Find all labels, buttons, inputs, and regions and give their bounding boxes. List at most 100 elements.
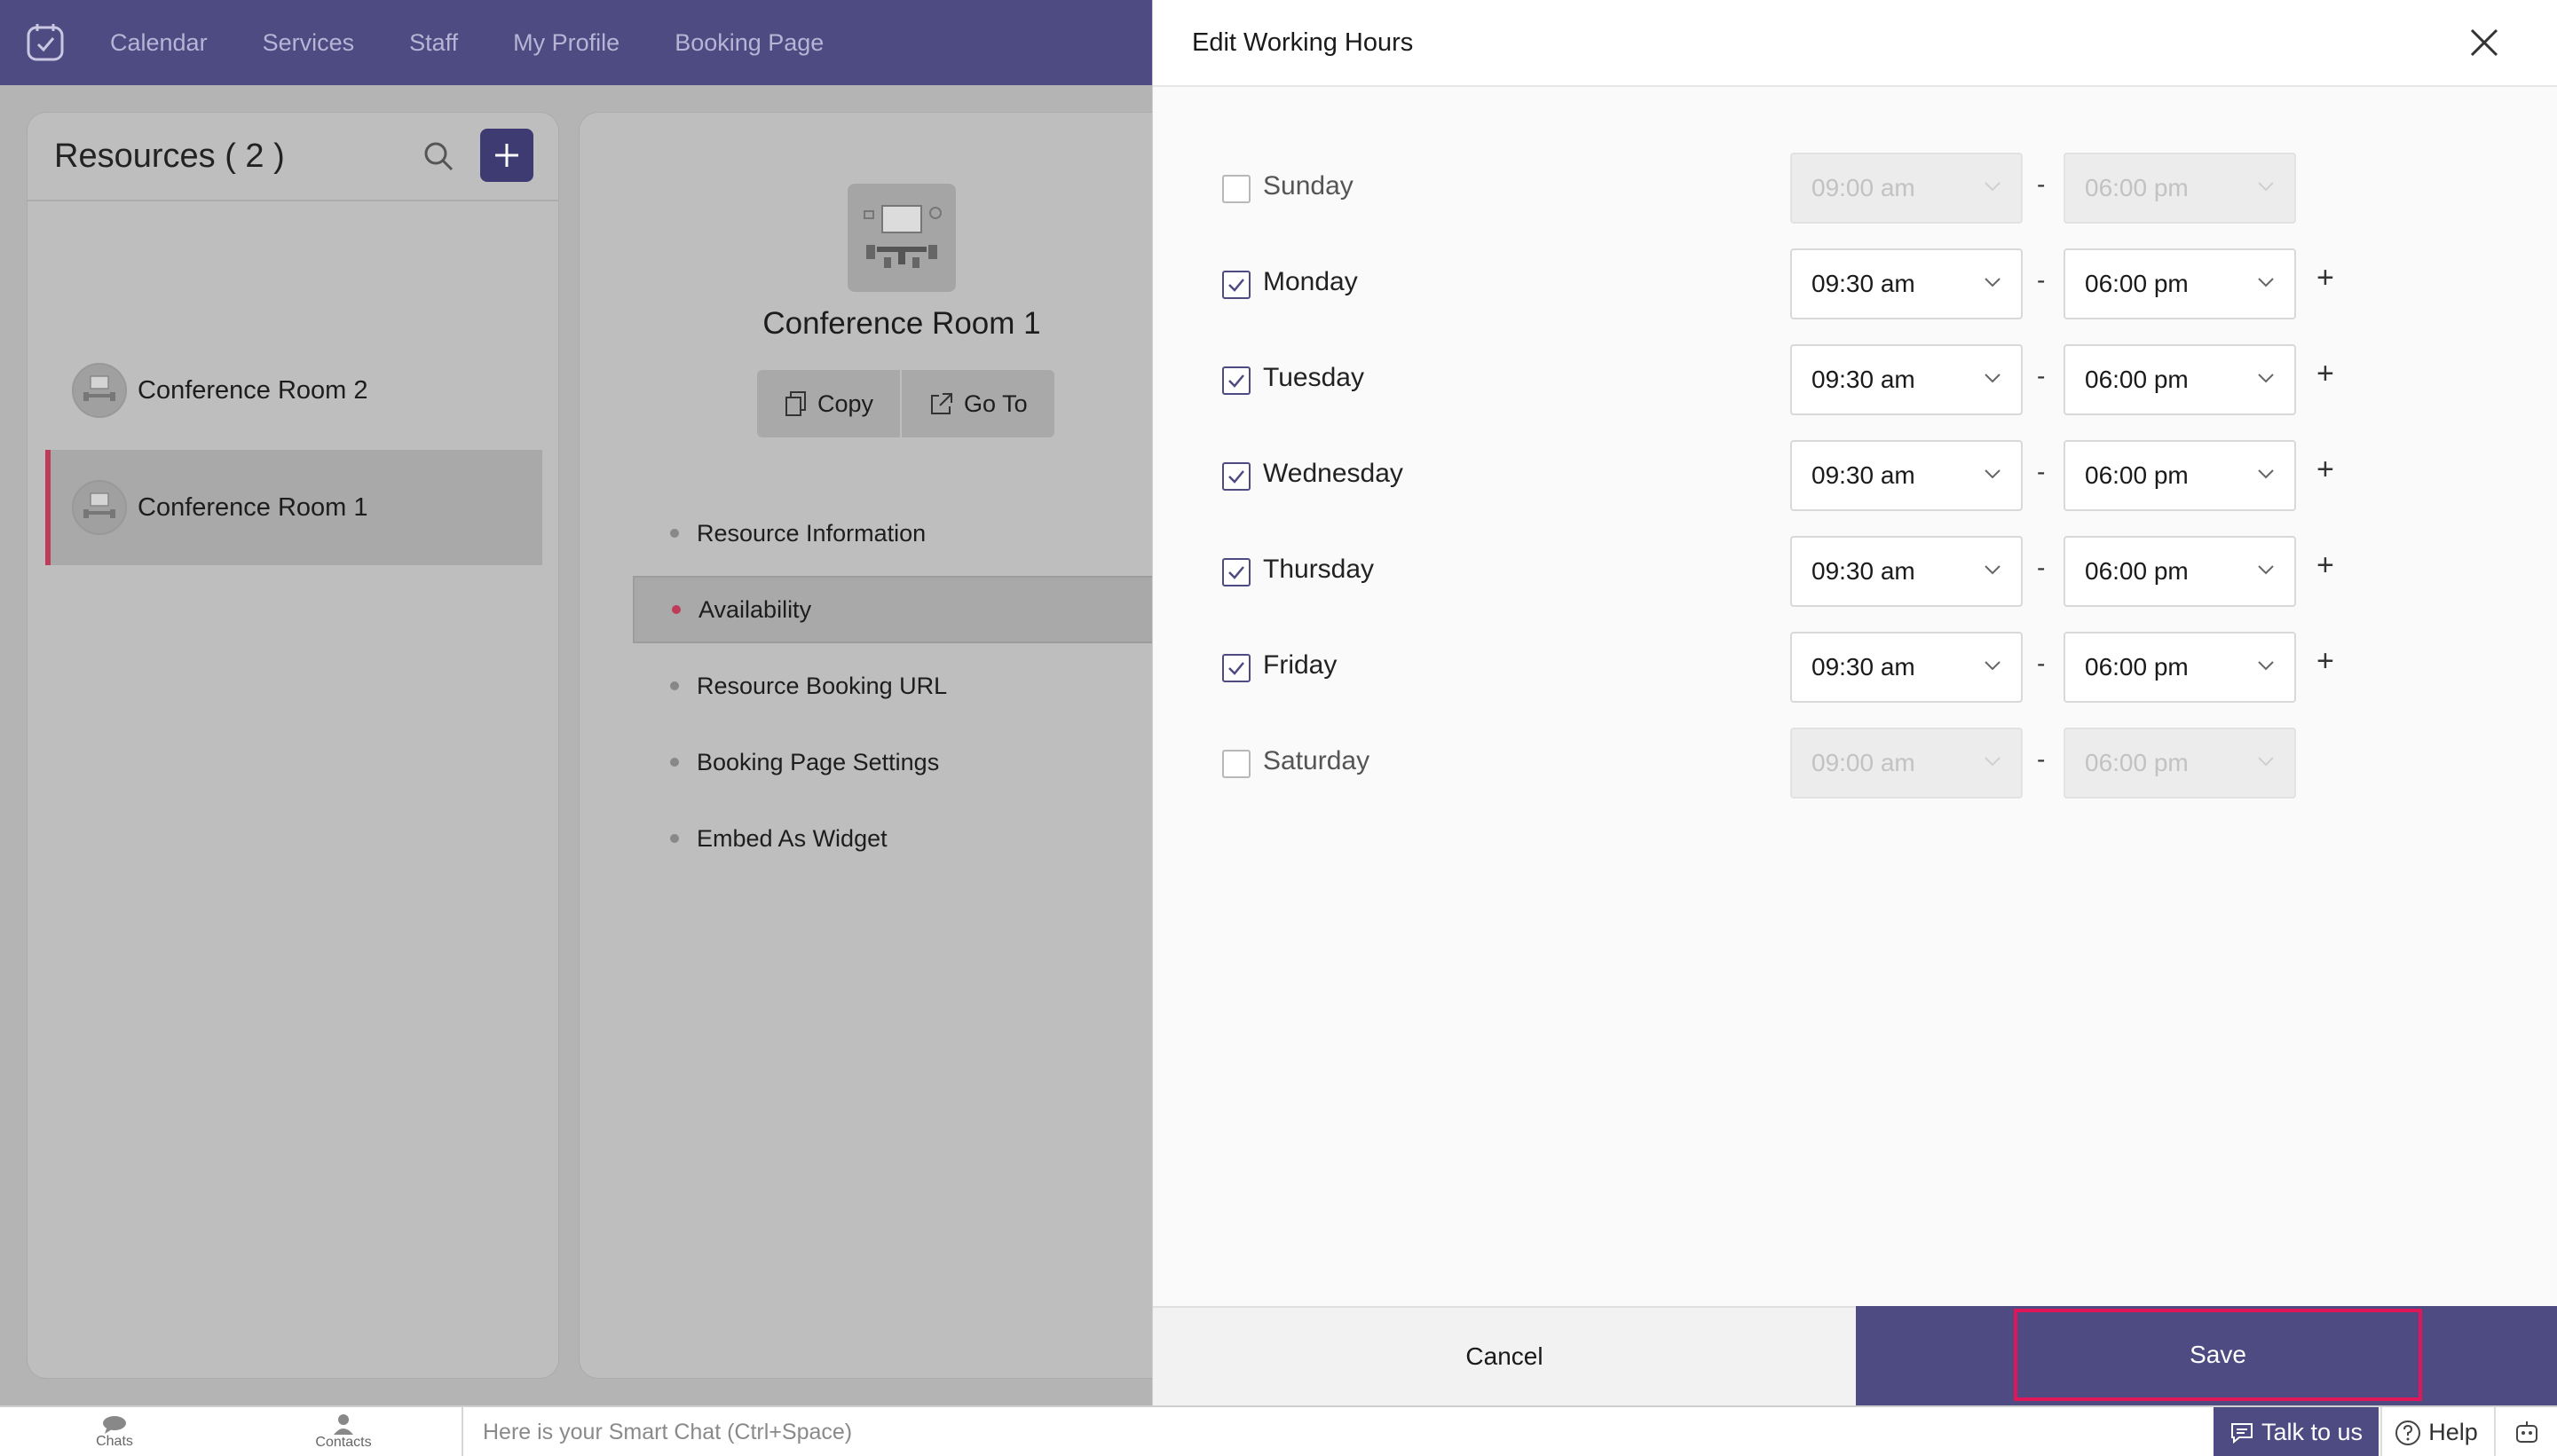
time-separator: - (2037, 458, 2046, 485)
smart-chat-input[interactable]: Here is your Smart Chat (Ctrl+Space) (462, 1407, 2210, 1456)
check-icon (1228, 374, 1244, 388)
copy-button[interactable]: Copy (757, 370, 900, 437)
day-label: Friday (1263, 650, 1338, 680)
cancel-button[interactable]: Cancel (1153, 1306, 1856, 1405)
contacts-tab[interactable]: Contacts (229, 1406, 458, 1456)
nav-services[interactable]: Services (263, 29, 355, 57)
end-time-value: 06:00 pm (2085, 557, 2189, 585)
day-row-monday: Monday 09:30 am - 06:00 pm + (1222, 248, 2376, 319)
nav-calendar[interactable]: Calendar (110, 29, 208, 57)
close-icon[interactable] (2466, 25, 2502, 60)
menu-resource-booking-url[interactable]: Resource Booking URL (633, 652, 1201, 720)
resource-item-conference-room-2[interactable]: Conference Room 2 (45, 333, 542, 448)
end-time-value: 06:00 pm (2085, 461, 2189, 489)
end-time-select[interactable]: 06:00 pm (2064, 536, 2296, 607)
chevron-down-icon (2258, 182, 2274, 192)
tuesday-checkbox[interactable] (1222, 366, 1251, 395)
chevron-down-icon (1985, 182, 2001, 192)
saturday-checkbox[interactable] (1222, 750, 1251, 778)
end-time-value: 06:00 pm (2085, 653, 2189, 681)
end-time-select[interactable]: 06:00 pm (2064, 344, 2296, 415)
start-time-value: 09:30 am (1811, 270, 1915, 297)
help-button[interactable]: Help (2380, 1407, 2490, 1456)
end-time-select[interactable]: 06:00 pm (2064, 440, 2296, 511)
add-slot-button[interactable]: + (2316, 644, 2334, 679)
day-label: Thursday (1263, 555, 1375, 584)
end-time-select[interactable]: 06:00 pm (2064, 632, 2296, 703)
start-time-select[interactable]: 09:30 am (1790, 248, 2023, 319)
external-link-icon (931, 393, 953, 414)
monday-checkbox[interactable] (1222, 271, 1251, 299)
menu-resource-information[interactable]: Resource Information (633, 500, 1201, 567)
chat-icon (2230, 1422, 2253, 1444)
day-label: Sunday (1263, 171, 1353, 201)
talk-to-us-button[interactable]: Talk to us (2214, 1407, 2379, 1456)
bullet-icon (670, 681, 679, 690)
chevron-down-icon (1985, 374, 2001, 383)
wednesday-checkbox[interactable] (1222, 462, 1251, 491)
add-slot-button[interactable]: + (2316, 548, 2334, 583)
chats-tab[interactable]: Chats (0, 1406, 229, 1456)
nav-my-profile[interactable]: My Profile (513, 29, 620, 57)
bot-icon[interactable] (2494, 1407, 2557, 1456)
talk-label: Talk to us (2261, 1419, 2364, 1445)
start-time-select[interactable]: 09:30 am (1790, 344, 2023, 415)
chat-bubble-icon (103, 1415, 126, 1434)
add-resource-button[interactable] (480, 129, 533, 182)
nav-staff[interactable]: Staff (409, 29, 458, 57)
start-time-value: 09:30 am (1811, 366, 1915, 393)
save-button-area[interactable]: Save (1856, 1306, 2557, 1405)
start-time-select: 09:00 am (1790, 728, 2023, 799)
save-button[interactable]: Save (2014, 1309, 2422, 1401)
conference-room-icon (848, 184, 956, 292)
bullet-icon (670, 529, 679, 538)
thursday-checkbox[interactable] (1222, 558, 1251, 586)
day-label: Tuesday (1263, 363, 1364, 392)
start-time-select[interactable]: 09:30 am (1790, 632, 2023, 703)
time-separator: - (2037, 554, 2046, 581)
room-actions: Copy Go To (757, 370, 1054, 437)
time-separator: - (2037, 362, 2046, 390)
day-row-wednesday: Wednesday 09:30 am - 06:00 pm + (1222, 440, 2376, 511)
menu-label: Resource Booking URL (697, 672, 948, 699)
menu-booking-page-settings[interactable]: Booking Page Settings (633, 728, 1201, 796)
go-to-button[interactable]: Go To (900, 370, 1054, 437)
check-icon (1228, 662, 1244, 675)
sunday-checkbox[interactable] (1222, 175, 1251, 203)
menu-label: Resource Information (697, 519, 927, 547)
chevron-down-icon (1985, 278, 2001, 287)
resource-item-conference-room-1[interactable]: Conference Room 1 (45, 450, 542, 565)
start-time-value: 09:00 am (1811, 749, 1915, 776)
add-slot-button[interactable]: + (2316, 453, 2334, 487)
end-time-value: 06:00 pm (2085, 366, 2189, 393)
chevron-down-icon (2258, 565, 2274, 575)
end-time-select[interactable]: 06:00 pm (2064, 248, 2296, 319)
day-row-friday: Friday 09:30 am - 06:00 pm + (1222, 632, 2376, 703)
day-row-sunday: Sunday 09:00 am - 06:00 pm (1222, 153, 2376, 224)
start-time-select[interactable]: 09:30 am (1790, 536, 2023, 607)
search-icon[interactable] (422, 139, 455, 177)
menu-embed-as-widget[interactable]: Embed As Widget (633, 805, 1201, 872)
chevron-down-icon (1985, 757, 2001, 767)
start-time-select[interactable]: 09:30 am (1790, 440, 2023, 511)
add-slot-button[interactable]: + (2316, 357, 2334, 391)
friday-checkbox[interactable] (1222, 654, 1251, 682)
menu-label: Availability (698, 595, 812, 623)
menu-availability[interactable]: Availability (633, 576, 1201, 643)
app-logo-icon[interactable] (21, 19, 69, 67)
day-label: Wednesday (1263, 459, 1403, 488)
add-slot-button[interactable]: + (2316, 261, 2334, 295)
day-label: Saturday (1263, 746, 1370, 775)
chevron-down-icon (2258, 661, 2274, 671)
room-avatar (72, 480, 127, 535)
resources-panel: Resources ( 2 ) Conference Room 2 Confer… (27, 112, 559, 1379)
contact-person-icon (334, 1413, 353, 1435)
day-row-tuesday: Tuesday 09:30 am - 06:00 pm + (1222, 344, 2376, 415)
menu-label: Embed As Widget (697, 824, 888, 852)
check-icon (1228, 279, 1244, 292)
check-icon (1228, 566, 1244, 579)
time-separator: - (2037, 266, 2046, 294)
start-time-value: 09:00 am (1811, 174, 1915, 201)
nav-booking-page[interactable]: Booking Page (675, 29, 824, 57)
menu-label: Booking Page Settings (697, 748, 940, 775)
